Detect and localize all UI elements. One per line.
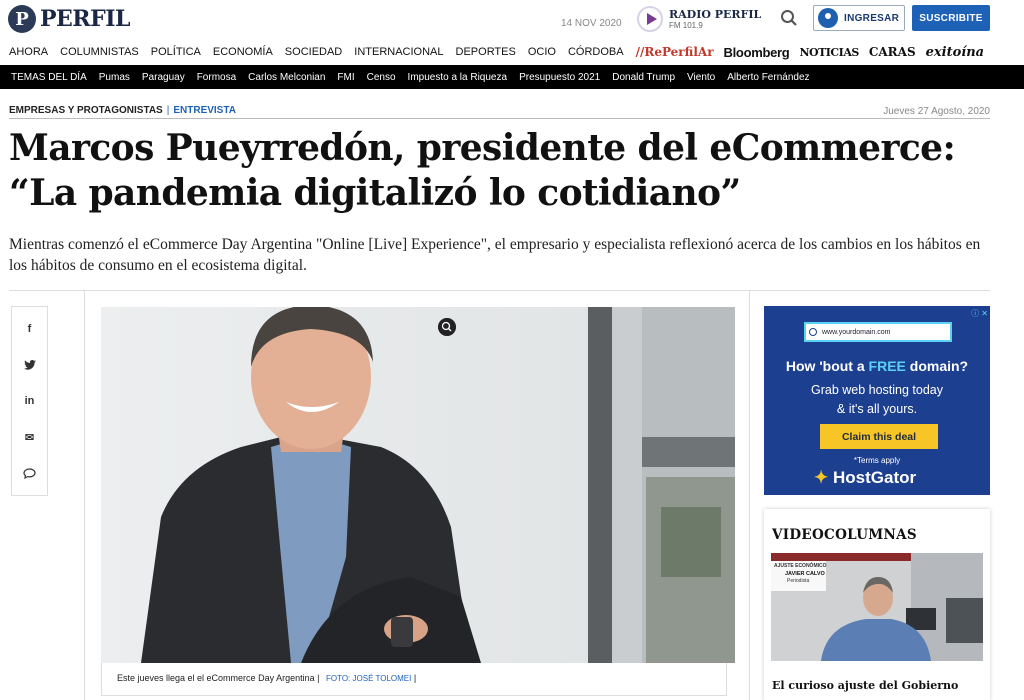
topic-link[interactable]: FMI [337, 72, 354, 83]
expand-icon[interactable] [438, 318, 456, 336]
nav-item-internacional[interactable]: INTERNACIONAL [354, 46, 443, 58]
ad-terms: *Terms apply [853, 456, 901, 465]
video-thumbnail[interactable]: AJUSTE ECONÓMICO JAVIER CALVO Periodista [771, 553, 983, 661]
radio-name: RADIO PERFIL [669, 7, 762, 21]
nav-item-ocio[interactable]: OCIO [528, 46, 556, 58]
topic-link[interactable]: Formosa [197, 72, 236, 83]
thumb-role: Periodista [787, 578, 810, 584]
radio-frequency: FM 101.9 [669, 20, 703, 30]
topic-link[interactable]: Alberto Fernández [727, 72, 809, 83]
site-header: P PERFIL 14 NOV 2020 RADIO PERFIL FM 101… [0, 0, 1024, 38]
photo-caption: Este jueves llega el el eCommerce Day Ar… [117, 673, 416, 683]
caption-separator: | [317, 673, 320, 683]
ad-headline-pre: How 'bout a [785, 358, 869, 374]
thumb-tag: AJUSTE ECONÓMICO [774, 563, 827, 569]
divider [9, 290, 990, 291]
portrait-illustration [101, 307, 735, 663]
ad-line-1: Grab web hosting today [810, 383, 944, 397]
brand-caras[interactable]: CARAS [869, 45, 916, 59]
linkedin-icon[interactable]: in [22, 393, 38, 409]
login-button[interactable]: INGRESAR [813, 5, 905, 31]
logo-text: PERFIL [40, 6, 130, 32]
nav-item-politica[interactable]: POLÍTICA [151, 46, 201, 58]
topics-bar: TEMAS DEL DÍA Pumas Paraguay Formosa Car… [0, 65, 1024, 89]
ad-url-text: www.yourdomain.com [822, 328, 891, 336]
nav-item-cordoba[interactable]: CÓRDOBA [568, 46, 624, 58]
share-bar: f in ✉ [11, 306, 48, 496]
breadcrumb: EMPRESAS Y PROTAGONISTAS | ENTREVISTA [9, 105, 236, 116]
article-date: Jueves 27 Agosto, 2020 [883, 106, 990, 117]
headline-line-2: “La pandemia digitalizó lo cotidiano” [9, 172, 741, 214]
ad-headline: How 'bout a FREE domain? [764, 358, 990, 374]
logo-mark: P [8, 5, 36, 33]
nav-item-deportes[interactable]: DEPORTES [456, 46, 516, 58]
ad-url-bar: www.yourdomain.com [804, 322, 952, 342]
search-icon[interactable] [780, 9, 798, 27]
nav-item-economia[interactable]: ECONOMÍA [213, 46, 273, 58]
video-title-link[interactable]: El curioso ajuste del Gobierno [772, 679, 958, 692]
videocolumnas-widget: VIDEOCOLUMNAS AJUSTE ECONÓMICO JAVIER CA… [764, 509, 990, 700]
caption-text: Este jueves llega el el eCommerce Day Ar… [117, 673, 315, 683]
divider [9, 118, 990, 119]
article-dek: Mientras comenzó el eCommerce Day Argent… [9, 236, 981, 274]
hostgator-logo: ✦ HostGator [814, 468, 916, 488]
subsection-link[interactable]: ENTREVISTA [173, 105, 236, 116]
comment-icon[interactable] [22, 465, 38, 481]
brand-exitoina[interactable]: exitoína [926, 45, 984, 60]
ad-headline-post: domain? [905, 358, 969, 374]
subscribe-button[interactable]: SUSCRIBITE [912, 5, 990, 31]
nav-item-columnistas[interactable]: COLUMNISTAS [60, 46, 139, 58]
widget-title: VIDEOCOLUMNAS [772, 527, 917, 543]
topic-link[interactable]: Impuesto a la Riqueza [408, 72, 508, 83]
user-icon [818, 8, 838, 28]
topic-link[interactable]: Viento [687, 72, 715, 83]
brand-noticias[interactable]: NOTICIAS [799, 46, 859, 59]
topic-link[interactable]: Carlos Melconian [248, 72, 325, 83]
play-icon[interactable] [637, 6, 663, 32]
ad-brand-text: HostGator [832, 468, 917, 487]
radio-perfil-player[interactable]: RADIO PERFIL FM 101.9 [637, 6, 761, 32]
nav-item-sociedad[interactable]: SOCIEDAD [285, 46, 342, 58]
ad-line-2: & it's all yours. [836, 402, 918, 416]
photo-credit: FOTO: JOSÉ TOLOMEI [325, 674, 412, 683]
adchoices-icon[interactable]: ⓘ ✕ [971, 308, 988, 319]
brand-bloomberg[interactable]: Bloomberg [724, 45, 790, 60]
claim-deal-button[interactable]: Claim this deal [820, 424, 938, 449]
topic-link[interactable]: Donald Trump [612, 72, 675, 83]
caption-separator: | [413, 673, 417, 683]
breadcrumb-separator: | [166, 105, 170, 116]
star-icon: ✦ [814, 468, 829, 487]
hostgator-ad[interactable]: ⓘ ✕ www.yourdomain.com How 'bout a FREE … [764, 306, 990, 495]
column-divider [749, 291, 750, 700]
ad-headline-free: FREE [868, 358, 906, 374]
facebook-icon[interactable]: f [22, 321, 38, 337]
video-still [771, 553, 983, 661]
login-label: INGRESAR [844, 12, 900, 24]
topics-label: TEMAS DEL DÍA [11, 71, 87, 83]
header-date: 14 NOV 2020 [561, 18, 622, 29]
brand-reperfilar[interactable]: //RePerfilAr [636, 45, 714, 59]
column-divider [84, 291, 85, 700]
search-icon [809, 328, 817, 336]
article-photo[interactable] [101, 307, 735, 663]
thumb-name: JAVIER CALVO [785, 571, 825, 577]
topic-link[interactable]: Presupuesto 2021 [519, 72, 600, 83]
perfil-logo[interactable]: P PERFIL [8, 5, 130, 33]
topic-link[interactable]: Paraguay [142, 72, 185, 83]
headline-line-1: Marcos Pueyrredón, presidente del eComme… [9, 127, 956, 169]
topic-link[interactable]: Pumas [99, 72, 130, 83]
twitter-icon[interactable] [22, 357, 38, 373]
topic-link[interactable]: Censo [367, 72, 396, 83]
main-nav: AHORA COLUMNISTAS POLÍTICA ECONOMÍA SOCI… [0, 41, 1024, 63]
section-link[interactable]: EMPRESAS Y PROTAGONISTAS [9, 105, 163, 116]
article-headline: Marcos Pueyrredón, presidente del eComme… [9, 126, 999, 216]
ad-body: Grab web hosting today & it's all yours. [764, 381, 990, 419]
mail-icon[interactable]: ✉ [22, 429, 38, 445]
nav-item-ahora[interactable]: AHORA [9, 46, 48, 58]
